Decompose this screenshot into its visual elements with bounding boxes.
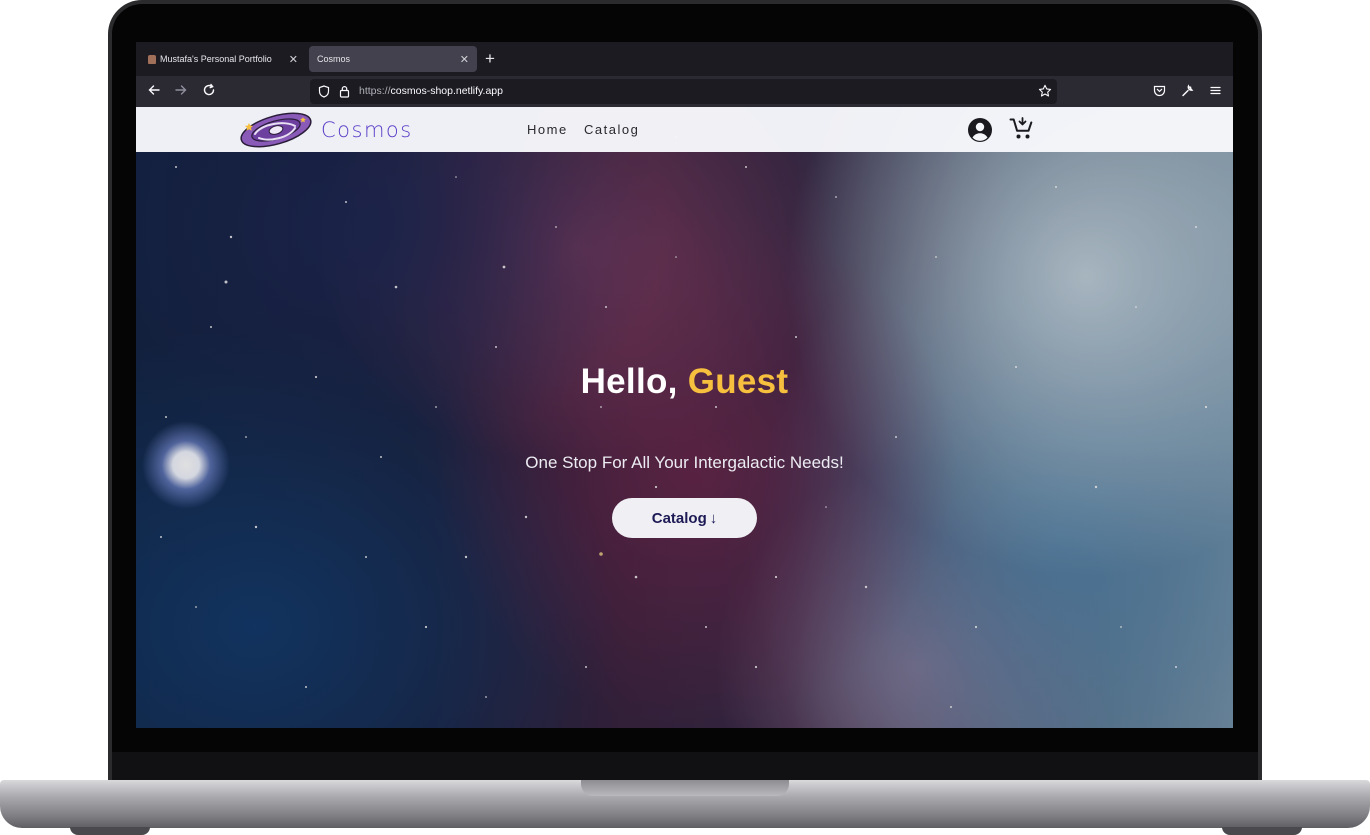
tools-icon[interactable]: [1181, 84, 1194, 97]
bookmark-star-icon[interactable]: [1038, 84, 1052, 98]
greeting-text: Hello,: [580, 362, 678, 401]
screen: Mustafa's Personal Portfolio ✕ Cosmos ✕ …: [136, 42, 1233, 728]
laptop-notch: [581, 780, 789, 796]
laptop-foot-right: [1222, 827, 1302, 835]
account-icon[interactable]: [967, 117, 993, 143]
laptop-mockup: Mustafa's Personal Portfolio ✕ Cosmos ✕ …: [0, 0, 1370, 835]
portfolio-favicon-icon: [148, 54, 156, 64]
tab-cosmos[interactable]: Cosmos ✕: [309, 46, 477, 72]
brand-name[interactable]: Cosmos: [321, 118, 413, 142]
reload-icon[interactable]: [199, 82, 219, 102]
background-overlay: [136, 107, 1233, 728]
lock-icon[interactable]: [339, 85, 350, 98]
forward-icon[interactable]: [171, 82, 191, 102]
back-icon[interactable]: [144, 82, 164, 102]
close-tab-icon[interactable]: ✕: [289, 53, 298, 66]
close-tab-icon[interactable]: ✕: [460, 53, 469, 66]
galaxy-logo-icon[interactable]: [237, 108, 315, 152]
catalog-button-label: Catalog: [651, 509, 707, 527]
hero-subtitle: One Stop For All Your Intergalactic Need…: [525, 453, 844, 472]
browser-toolbar: https://cosmos-shop.netlify.app: [136, 76, 1233, 107]
tab-bar: Mustafa's Personal Portfolio ✕ Cosmos ✕ …: [136, 42, 1233, 76]
tab-portfolio[interactable]: Mustafa's Personal Portfolio ✕: [140, 46, 306, 72]
laptop-chin: [112, 752, 1258, 782]
hero-greeting: Hello, Guest: [136, 362, 1233, 402]
site-header: Cosmos Home Catalog: [136, 107, 1233, 152]
nav-catalog-link[interactable]: Catalog: [584, 122, 639, 137]
tab-title: Mustafa's Personal Portfolio: [160, 54, 272, 64]
cart-icon[interactable]: [1009, 116, 1035, 142]
web-page: Cosmos Home Catalog Hello, Guest One Stop…: [136, 107, 1233, 728]
arrow-down-icon: ↓: [709, 509, 718, 527]
pocket-icon[interactable]: [1153, 84, 1166, 97]
nav-home-link[interactable]: Home: [527, 122, 568, 137]
catalog-button[interactable]: Catalog ↓: [612, 498, 757, 538]
shield-icon[interactable]: [318, 85, 330, 98]
guest-name: Guest: [687, 362, 789, 401]
tab-title: Cosmos: [317, 54, 351, 64]
url-text[interactable]: https://cosmos-shop.netlify.app: [359, 85, 503, 97]
url-bar[interactable]: https://cosmos-shop.netlify.app: [310, 79, 1057, 104]
menu-icon[interactable]: [1209, 84, 1222, 97]
laptop-foot-left: [70, 827, 150, 835]
new-tab-button[interactable]: +: [485, 49, 495, 69]
